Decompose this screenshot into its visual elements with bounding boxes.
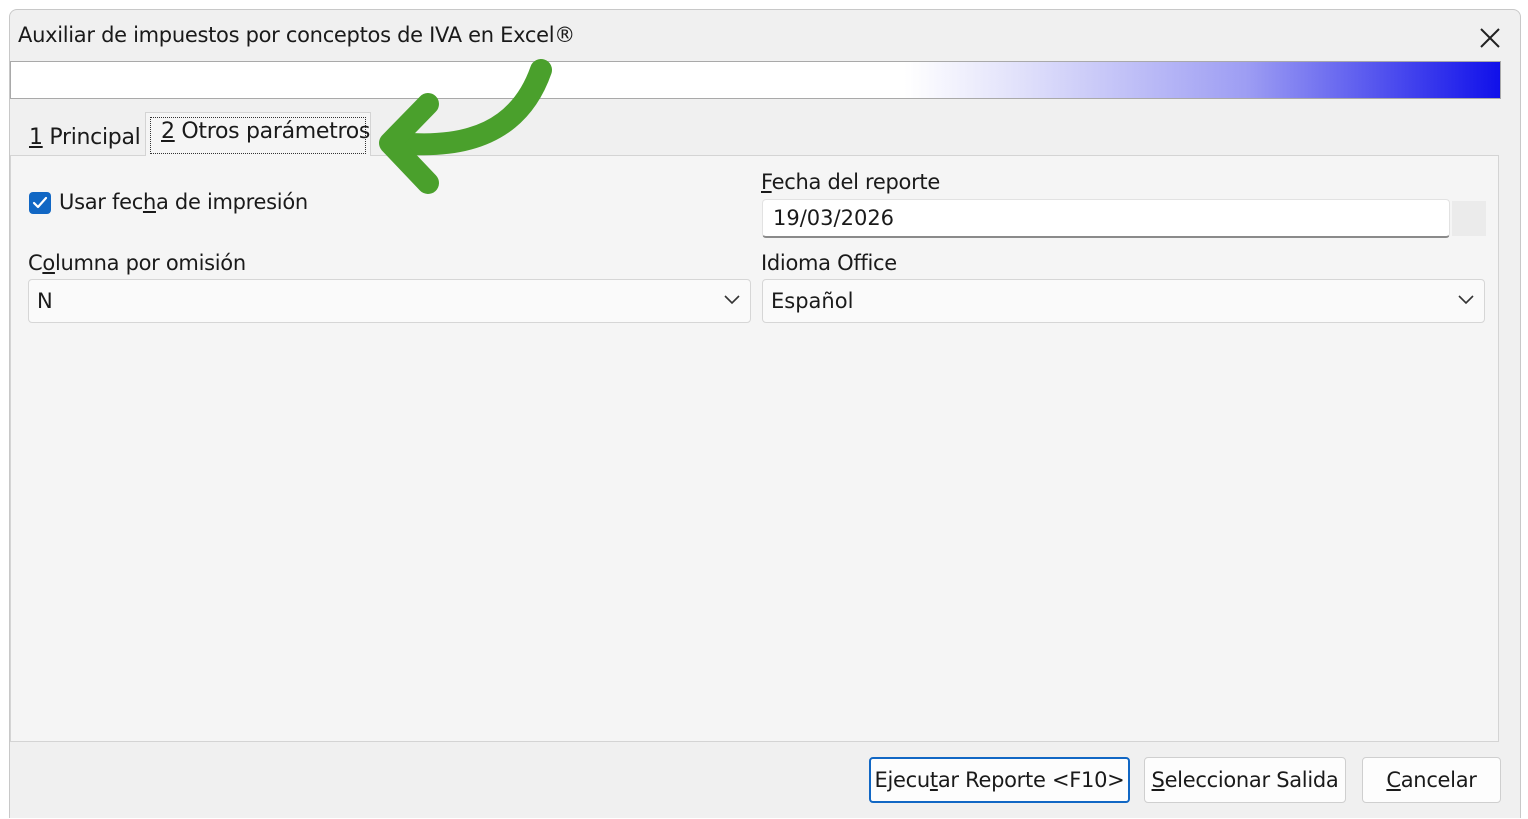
select-output-hotkey: S	[1151, 768, 1165, 792]
default-column-hotkey: o	[42, 251, 55, 275]
tab-principal-label: Principal	[42, 125, 141, 150]
close-icon	[1480, 28, 1500, 48]
checkmark-icon	[32, 196, 48, 209]
run-report-hotkey: t	[929, 768, 938, 792]
run-report-button[interactable]: Ejecutar Reporte <F10>	[869, 757, 1130, 803]
title-bar: Auxiliar de impuestos por conceptos de I…	[10, 10, 1520, 68]
cancel-hotkey: C	[1386, 768, 1401, 792]
header-banner	[10, 61, 1501, 99]
office-language-label: Idioma Office	[761, 251, 897, 275]
report-date-label-text: echa del reporte	[771, 170, 941, 194]
tab-otros-hotkey: 2	[161, 119, 175, 144]
date-picker-button[interactable]	[1452, 201, 1486, 236]
use-print-date-hotkey: h	[142, 190, 156, 214]
select-output-button[interactable]: Seleccionar Salida	[1144, 757, 1346, 803]
cancel-label: ancelar	[1400, 768, 1477, 792]
use-print-date-checkbox[interactable]	[29, 192, 51, 214]
office-language-value: Español	[771, 289, 854, 313]
default-column-value: N	[37, 289, 53, 313]
run-report-label-1: Ejecu	[874, 768, 931, 792]
default-column-label-2: lumna por omisión	[54, 251, 246, 275]
close-button[interactable]	[1470, 20, 1510, 56]
default-column-label-1: C	[28, 251, 43, 275]
tab-panel	[10, 155, 1499, 742]
tab-principal-hotkey: 1	[29, 125, 43, 150]
window-title: Auxiliar de impuestos por conceptos de I…	[18, 23, 575, 47]
report-date-hotkey: F	[761, 170, 772, 194]
tab-principal[interactable]: 1 Principal	[17, 120, 147, 156]
use-print-date-text-2: a de impresión	[155, 190, 308, 214]
tab-otros-parametros[interactable]: 2 Otros parámetros	[145, 112, 371, 156]
use-print-date-label[interactable]: Usar fecha de impresión	[59, 190, 308, 214]
use-print-date-text-1: Usar fec	[59, 190, 143, 214]
default-column-label: Columna por omisión	[28, 251, 246, 275]
tab-otros-label: Otros parámetros	[174, 119, 371, 144]
report-date-input[interactable]: 19/03/2026	[762, 199, 1450, 238]
cancel-button[interactable]: Cancelar	[1362, 757, 1501, 803]
chevron-down-icon	[1458, 295, 1474, 305]
select-output-label: eleccionar Salida	[1164, 768, 1339, 792]
chevron-down-icon	[724, 295, 740, 305]
office-language-select[interactable]: Español	[762, 279, 1485, 323]
run-report-label-2: ar Reporte <F10>	[937, 768, 1125, 792]
report-date-label: Fecha del reporte	[761, 170, 940, 194]
default-column-select[interactable]: N	[28, 279, 751, 323]
